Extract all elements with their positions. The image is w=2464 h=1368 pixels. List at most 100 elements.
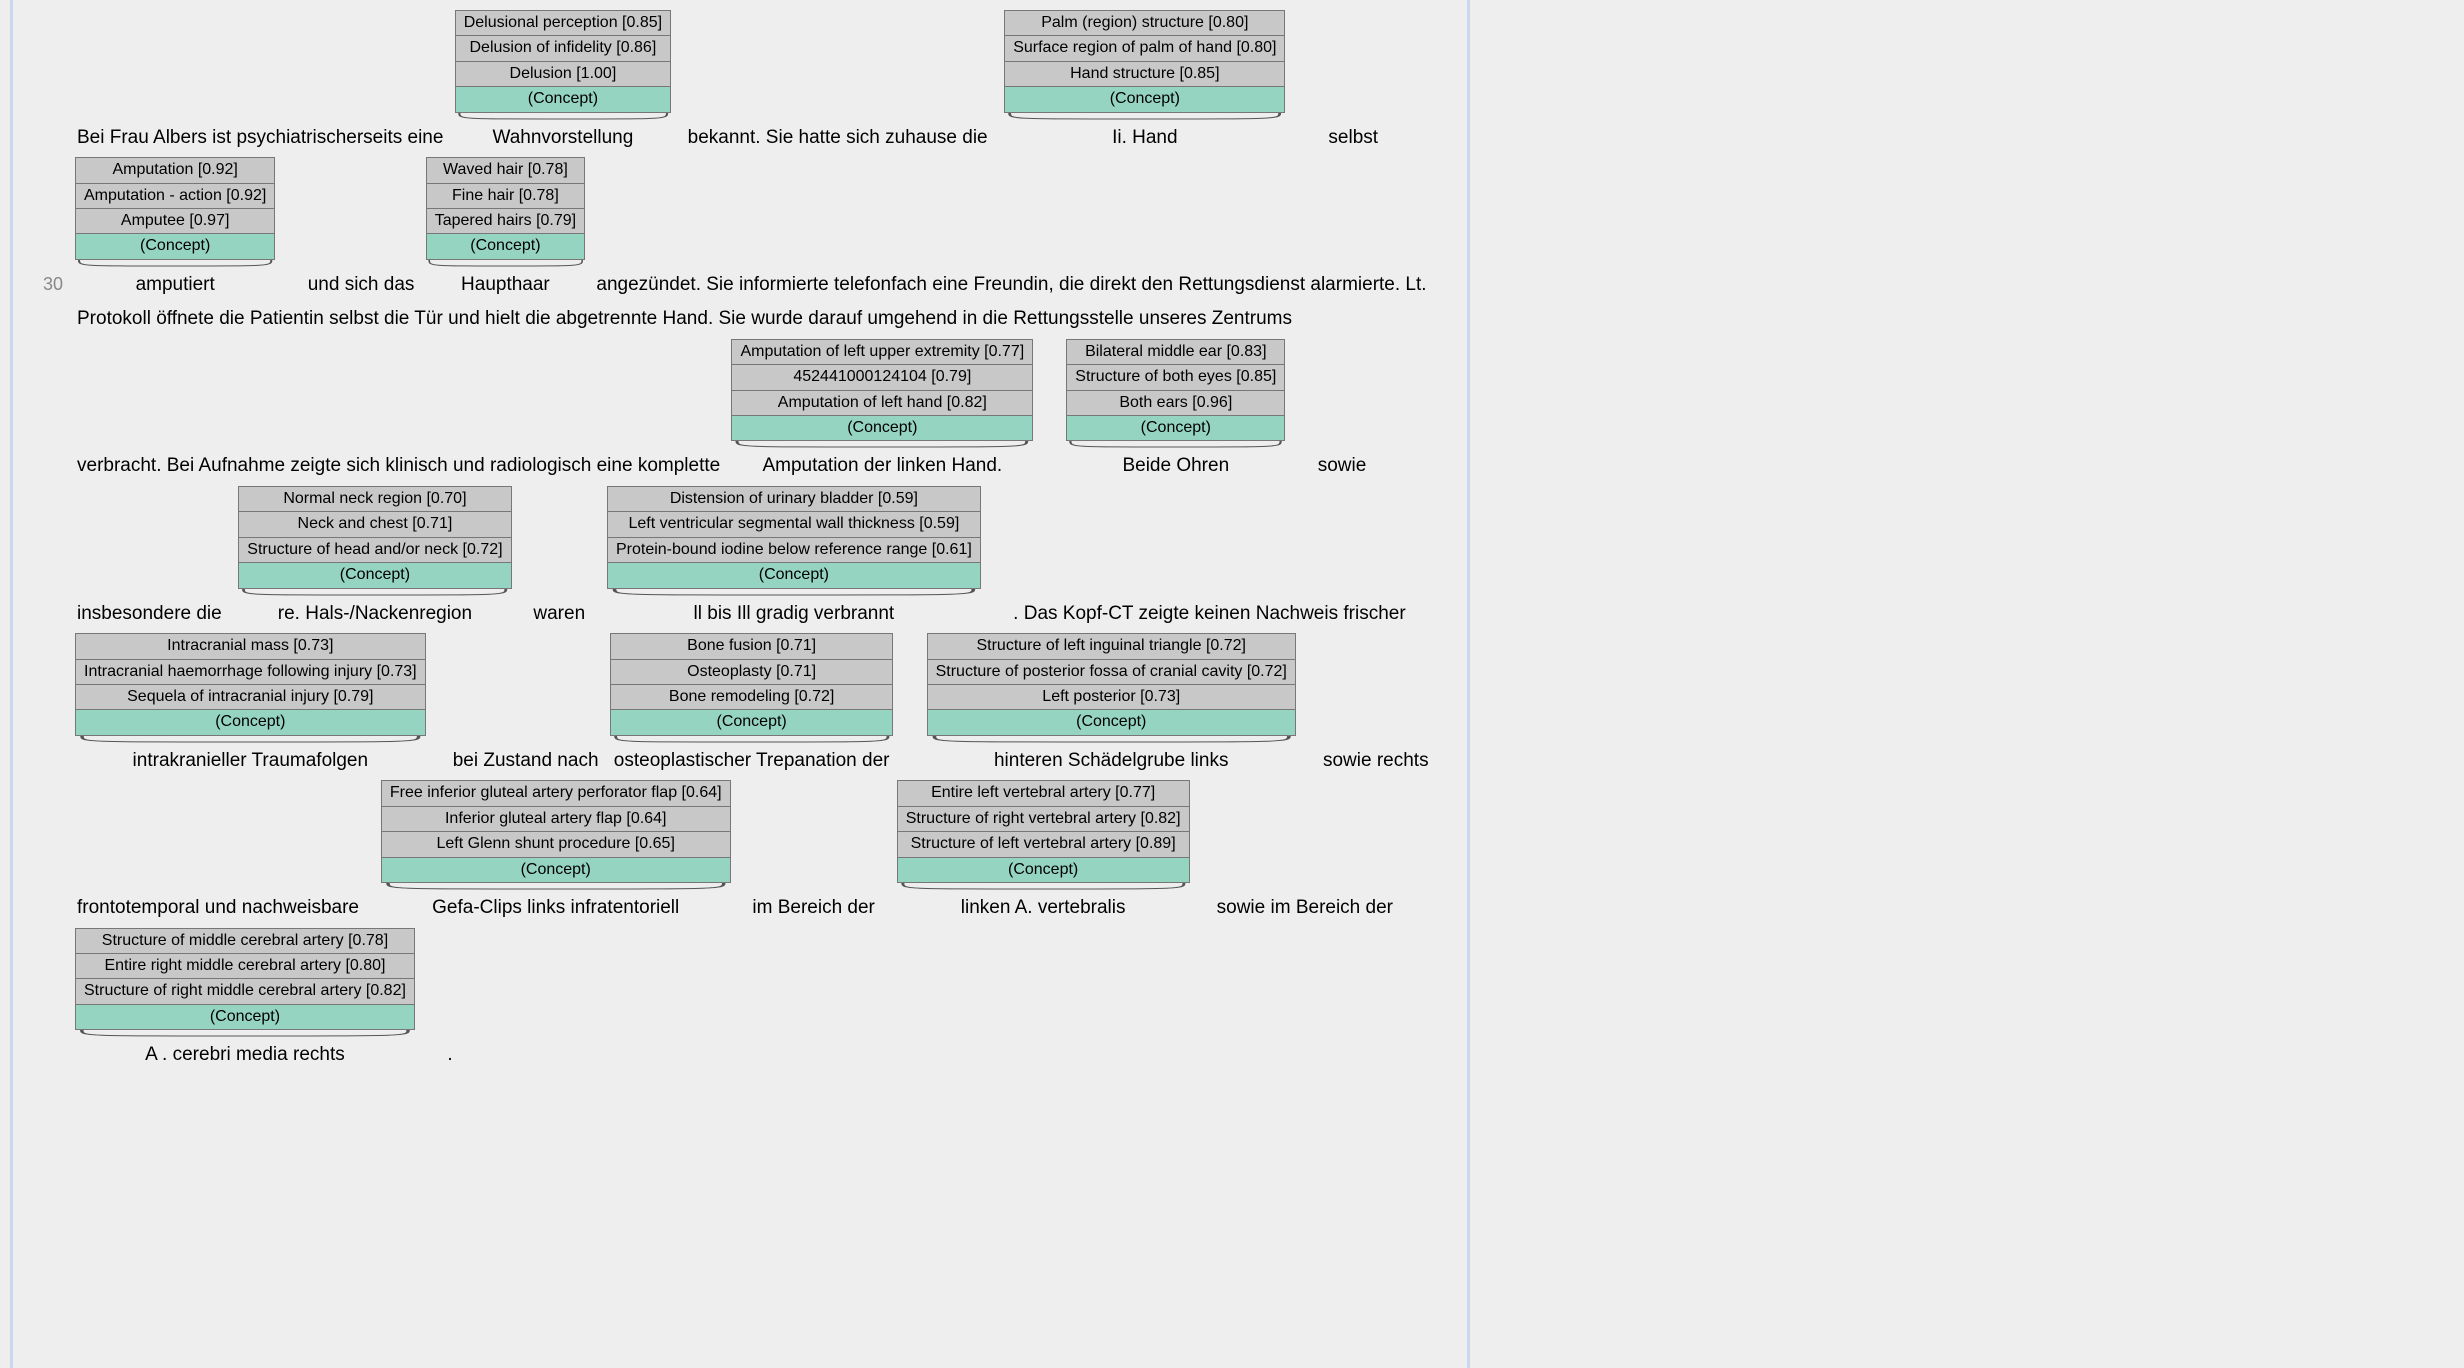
annotation-candidate[interactable]: Intracranial mass [0.73] xyxy=(76,634,425,659)
annotation-candidate[interactable]: Hand structure [0.85] xyxy=(1005,62,1284,87)
annotation-candidate[interactable]: Delusion of infidelity [0.86] xyxy=(456,36,670,61)
annotation-concept-label[interactable]: (Concept) xyxy=(928,710,1295,734)
annotation-stack[interactable]: Entire left vertebral artery [0.77]Struc… xyxy=(897,780,1190,883)
annotation-concept-label[interactable]: (Concept) xyxy=(76,710,425,734)
annotation[interactable]: Bone fusion [0.71]Osteoplasty [0.71]Bone… xyxy=(610,633,894,780)
annotated-span[interactable]: re. Hals-/Nackenregion xyxy=(238,599,511,634)
annotation-candidate[interactable]: Amputation of left upper extremity [0.77… xyxy=(732,340,1032,365)
annotation-concept-label[interactable]: (Concept) xyxy=(611,710,893,734)
annotated-span[interactable]: Wahnvorstellung xyxy=(455,123,671,158)
annotation-candidate[interactable]: 452441000124104 [0.79] xyxy=(732,365,1032,390)
annotation[interactable]: Delusional perception [0.85]Delusion of … xyxy=(455,10,671,157)
text-segment: frontotemporal und nachweisbare xyxy=(73,893,379,928)
annotation-concept-label[interactable]: (Concept) xyxy=(608,563,980,587)
annotation-concept-label[interactable]: (Concept) xyxy=(456,87,670,111)
annotation-candidate[interactable]: Structure of middle cerebral artery [0.7… xyxy=(76,929,414,954)
annotation-candidate[interactable]: Distension of urinary bladder [0.59] xyxy=(608,487,980,512)
annotation-candidate[interactable]: Amputee [0.97] xyxy=(76,209,274,234)
annotated-span[interactable]: Amputation der linken Hand. xyxy=(731,451,1033,486)
annotation[interactable]: Bilateral middle ear [0.83]Structure of … xyxy=(1066,339,1285,486)
annotated-span[interactable]: Ii. Hand xyxy=(1004,123,1285,158)
annotation-concept-label[interactable]: (Concept) xyxy=(732,416,1032,440)
annotated-span[interactable]: Haupthaar xyxy=(426,270,585,305)
annotation[interactable]: Free inferior gluteal artery perforator … xyxy=(381,780,731,927)
annotation-concept-label[interactable]: (Concept) xyxy=(382,858,730,882)
annotation-candidate[interactable]: Amputation [0.92] xyxy=(76,158,274,183)
annotated-span[interactable]: intrakranieller Traumafolgen xyxy=(75,746,426,781)
annotated-span[interactable]: A . cerebri media rechts xyxy=(75,1040,415,1075)
annotation-stack[interactable]: Amputation of left upper extremity [0.77… xyxy=(731,339,1033,442)
annotation-stack[interactable]: Structure of middle cerebral artery [0.7… xyxy=(75,928,415,1031)
annotation-candidate[interactable]: Bilateral middle ear [0.83] xyxy=(1067,340,1284,365)
annotation-candidate[interactable]: Delusional perception [0.85] xyxy=(456,11,670,36)
annotation[interactable]: Amputation of left upper extremity [0.77… xyxy=(731,339,1033,486)
annotation-stack[interactable]: Normal neck region [0.70]Neck and chest … xyxy=(238,486,511,589)
annotation-candidate[interactable]: Intracranial haemorrhage following injur… xyxy=(76,660,425,685)
annotation-stack[interactable]: Distension of urinary bladder [0.59]Left… xyxy=(607,486,981,589)
annotation-concept-label[interactable]: (Concept) xyxy=(1005,87,1284,111)
annotation[interactable]: Intracranial mass [0.73]Intracranial hae… xyxy=(75,633,426,780)
annotation-candidate[interactable]: Left Glenn shunt procedure [0.65] xyxy=(382,832,730,857)
annotation-candidate[interactable]: Amputation - action [0.92] xyxy=(76,184,274,209)
annotation[interactable]: Amputation [0.92]Amputation - action [0.… xyxy=(75,157,275,304)
annotated-span[interactable]: amputiert xyxy=(75,270,275,305)
annotation-stack[interactable]: Intracranial mass [0.73]Intracranial hae… xyxy=(75,633,426,736)
annotation-candidate[interactable]: Structure of head and/or neck [0.72] xyxy=(239,538,510,563)
annotation-candidate[interactable]: Structure of right middle cerebral arter… xyxy=(76,979,414,1004)
annotation[interactable]: Distension of urinary bladder [0.59]Left… xyxy=(607,486,981,633)
annotation-stack[interactable]: Free inferior gluteal artery perforator … xyxy=(381,780,731,883)
annotation-candidate[interactable]: Structure of left inguinal triangle [0.7… xyxy=(928,634,1295,659)
annotation[interactable]: Palm (region) structure [0.80]Surface re… xyxy=(1004,10,1285,157)
annotation-concept-label[interactable]: (Concept) xyxy=(1067,416,1284,440)
annotation-concept-label[interactable]: (Concept) xyxy=(76,234,274,258)
annotation[interactable]: Entire left vertebral artery [0.77]Struc… xyxy=(897,780,1190,927)
annotation-candidate[interactable]: Normal neck region [0.70] xyxy=(239,487,510,512)
annotated-span[interactable]: hinteren Schädelgrube links xyxy=(927,746,1296,781)
annotation-candidate[interactable]: Entire left vertebral artery [0.77] xyxy=(898,781,1189,806)
annotation-candidate[interactable]: Left ventricular segmental wall thicknes… xyxy=(608,512,980,537)
annotation-candidate[interactable]: Palm (region) structure [0.80] xyxy=(1005,11,1284,36)
annotation-stack[interactable]: Bilateral middle ear [0.83]Structure of … xyxy=(1066,339,1285,442)
annotation-candidate[interactable]: Delusion [1.00] xyxy=(456,62,670,87)
annotation-candidate[interactable]: Structure of posterior fossa of cranial … xyxy=(928,660,1295,685)
annotation[interactable]: Waved hair [0.78]Fine hair [0.78]Tapered… xyxy=(426,157,585,304)
annotation-candidate[interactable]: Sequela of intracranial injury [0.79] xyxy=(76,685,425,710)
annotation-stack[interactable]: Palm (region) structure [0.80]Surface re… xyxy=(1004,10,1285,113)
annotation-candidate[interactable]: Fine hair [0.78] xyxy=(427,184,584,209)
annotated-span[interactable]: linken A. vertebralis xyxy=(897,893,1190,928)
annotation-stack[interactable]: Amputation [0.92]Amputation - action [0.… xyxy=(75,157,275,260)
annotation[interactable]: Structure of middle cerebral artery [0.7… xyxy=(75,928,415,1075)
annotation-candidate[interactable]: Neck and chest [0.71] xyxy=(239,512,510,537)
annotation-stack[interactable]: Bone fusion [0.71]Osteoplasty [0.71]Bone… xyxy=(610,633,894,736)
annotation-candidate[interactable]: Osteoplasty [0.71] xyxy=(611,660,893,685)
annotation-candidate[interactable]: Amputation of left hand [0.82] xyxy=(732,391,1032,416)
annotation-candidate[interactable]: Surface region of palm of hand [0.80] xyxy=(1005,36,1284,61)
annotation-candidate[interactable]: Bone fusion [0.71] xyxy=(611,634,893,659)
annotation-candidate[interactable]: Left posterior [0.73] xyxy=(928,685,1295,710)
annotation-stack[interactable]: Waved hair [0.78]Fine hair [0.78]Tapered… xyxy=(426,157,585,260)
annotation[interactable]: Normal neck region [0.70]Neck and chest … xyxy=(238,486,511,633)
annotation-candidate[interactable]: Entire right middle cerebral artery [0.8… xyxy=(76,954,414,979)
annotation[interactable]: Structure of left inguinal triangle [0.7… xyxy=(927,633,1296,780)
annotation-candidate[interactable]: Structure of both eyes [0.85] xyxy=(1067,365,1284,390)
annotation-candidate[interactable]: Structure of right vertebral artery [0.8… xyxy=(898,807,1189,832)
annotated-span[interactable]: ll bis Ill gradig verbrannt xyxy=(607,599,981,634)
annotation-concept-label[interactable]: (Concept) xyxy=(898,858,1189,882)
annotation-candidate[interactable]: Free inferior gluteal artery perforator … xyxy=(382,781,730,806)
annotation-candidate[interactable]: Both ears [0.96] xyxy=(1067,391,1284,416)
annotation-candidate[interactable]: Inferior gluteal artery flap [0.64] xyxy=(382,807,730,832)
annotation-concept-label[interactable]: (Concept) xyxy=(76,1005,414,1029)
annotated-span[interactable]: osteoplastischer Trepanation der xyxy=(610,746,894,781)
annotation-candidate[interactable]: Structure of left vertebral artery [0.89… xyxy=(898,832,1189,857)
annotation-candidate[interactable]: Waved hair [0.78] xyxy=(427,158,584,183)
annotation-candidate[interactable]: Protein-bound iodine below reference ran… xyxy=(608,538,980,563)
annotation-candidate[interactable]: Tapered hairs [0.79] xyxy=(427,209,584,234)
annotation-stack[interactable]: Structure of left inguinal triangle [0.7… xyxy=(927,633,1296,736)
text-segment: sowie im Bereich der xyxy=(1192,893,1397,928)
annotation-concept-label[interactable]: (Concept) xyxy=(239,563,510,587)
annotation-candidate[interactable]: Bone remodeling [0.72] xyxy=(611,685,893,710)
annotation-stack[interactable]: Delusional perception [0.85]Delusion of … xyxy=(455,10,671,113)
annotated-span[interactable]: Beide Ohren xyxy=(1066,451,1285,486)
annotated-span[interactable]: Gefa-Clips links infratentoriell xyxy=(381,893,731,928)
annotation-concept-label[interactable]: (Concept) xyxy=(427,234,584,258)
